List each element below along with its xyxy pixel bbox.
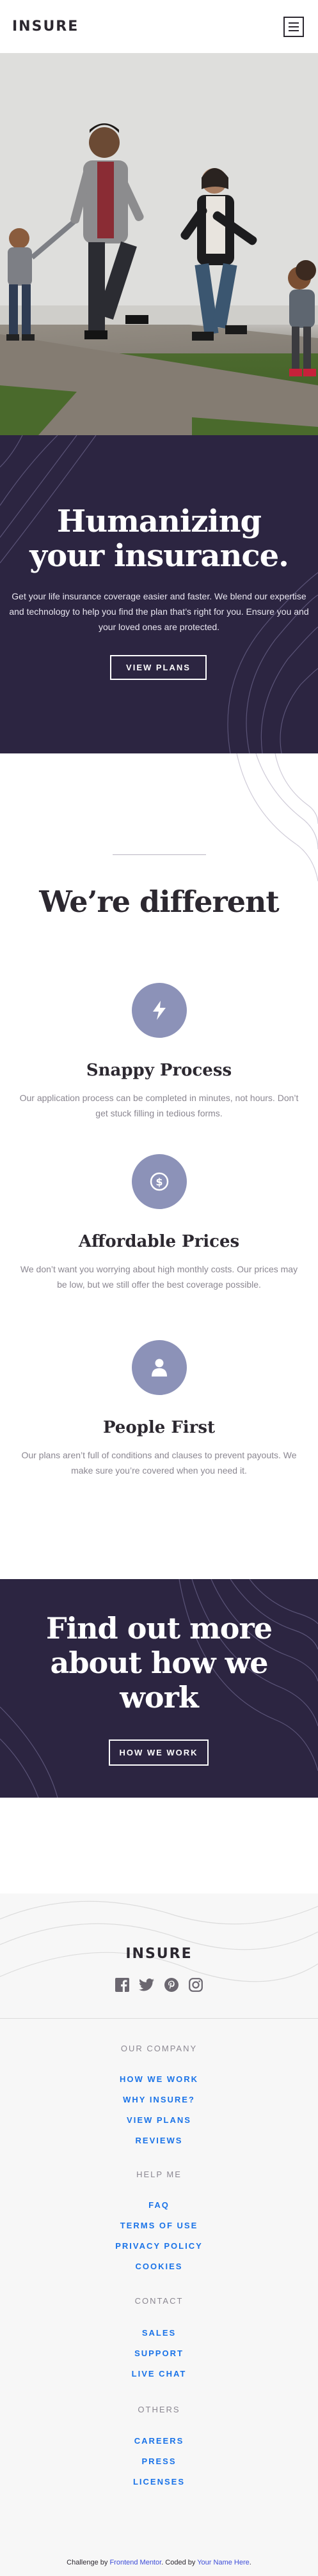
hero-description: Get your life insurance coverage easier … [9,591,309,632]
footer-link-reviews[interactable]: REVIEWS [0,2136,318,2145]
footer-link-live-chat[interactable]: LIVE CHAT [0,2369,318,2379]
hero-image [0,53,318,435]
how-we-work-banner: Find out more about how we work HOW WE W… [0,1579,318,1798]
footer-link-faq[interactable]: FAQ [0,2200,318,2210]
footer-link-support[interactable]: SUPPORT [0,2348,318,2358]
banner-title: Find out more about how we work [0,1611,318,1715]
logo[interactable]: INSURE [12,19,79,35]
pinterest-icon[interactable] [163,1977,180,1993]
footer-link-press[interactable]: PRESS [0,2456,318,2466]
banner-title-line3: work [120,1680,198,1715]
twitter-icon[interactable] [138,1977,155,1993]
banner-title-line1: Find out more [45,1611,273,1646]
footer-link-view-plans[interactable]: VIEW PLANS [0,2115,318,2125]
feature-text: Our application process can be completed… [19,1093,299,1118]
footer-link-why-insure[interactable]: WHY INSURE? [0,2095,318,2104]
footer-logo[interactable]: INSURE [0,1946,318,1962]
feature-text: Our plans aren’t full of conditions and … [21,1450,297,1476]
footer-link-careers[interactable]: CAREERS [0,2436,318,2446]
feature-title: People First [102,1418,216,1437]
hero-title-line1: Humanizing [56,504,262,539]
footer-link-how-we-work[interactable]: HOW WE WORK [0,2074,318,2084]
footer-heading-help: HELP ME [136,2170,182,2179]
section-divider [113,854,206,855]
footer-divider [0,2018,318,2019]
feature-text: We don’t want you worrying about high mo… [20,1264,298,1290]
page: INSURE Humanizing your insurance. Get yo… [0,0,318,2576]
attribution: Challenge by Frontend Mentor. Coded by Y… [0,2549,318,2576]
view-plans-button[interactable]: VIEW PLANS [110,655,207,680]
attribution-prefix: Challenge by [67,2559,108,2566]
intro-section: Humanizing your insurance. Get your life… [0,435,318,753]
facebook-icon[interactable] [114,1977,131,1993]
dollar-icon: $ [132,1154,187,1209]
social-links [114,1977,204,1993]
svg-text:$: $ [155,1176,163,1188]
how-we-work-button[interactable]: HOW WE WORK [109,1739,209,1766]
different-title: We’re different [39,884,279,919]
footer-link-sales[interactable]: SALES [0,2328,318,2338]
hamburger-icon[interactable] [283,16,304,37]
footer-link-licenses[interactable]: LICENSES [0,2477,318,2487]
banner-title-line2: about how we [50,1646,269,1680]
instagram-icon[interactable] [187,1977,204,1993]
hero-title-line2: your insurance. [29,538,289,574]
decorative-pattern [236,753,318,882]
footer-heading-others: OTHERS [138,2405,180,2414]
attribution-middle: . Coded by [161,2559,196,2566]
attribution-suffix: . [249,2559,251,2566]
footer-link-cookies[interactable]: COOKIES [0,2262,318,2271]
author-link[interactable]: Your Name Here [197,2559,250,2566]
footer-heading-contact: CONTACT [134,2296,184,2306]
frontend-mentor-link[interactable]: Frontend Mentor [109,2559,161,2566]
feature-title: Affordable Prices [78,1232,240,1251]
person-icon [132,1340,187,1395]
footer-link-terms[interactable]: TERMS OF USE [0,2221,318,2230]
feature-title: Snappy Process [86,1061,232,1080]
site-header: INSURE [0,0,318,53]
site-footer: INSURE OUR COMPANY HOW WE WORK WHY INSUR… [0,1893,318,2549]
footer-heading-company: OUR COMPANY [120,2044,198,2053]
hero-title: Humanizing your insurance. [0,504,318,573]
footer-link-privacy[interactable]: PRIVACY POLICY [0,2241,318,2251]
lightning-icon [132,983,187,1038]
